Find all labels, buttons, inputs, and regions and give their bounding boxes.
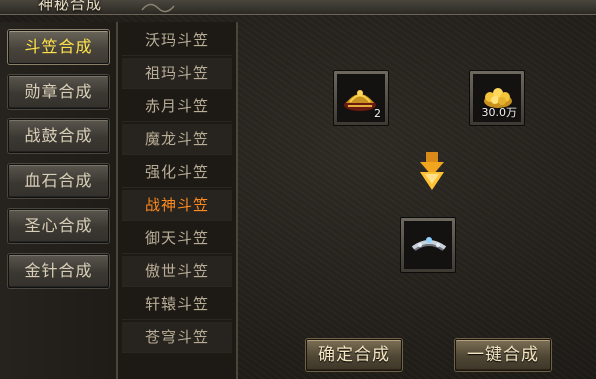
category-tab-jinzhen[interactable]: 金针合成 — [8, 254, 109, 288]
list-item[interactable]: 御天斗笠 — [122, 223, 232, 254]
material-count: 2 — [374, 107, 381, 120]
category-tab-zhangu[interactable]: 战鼓合成 — [8, 119, 109, 153]
category-tab-xunzhang[interactable]: 勋章合成 — [8, 75, 109, 109]
list-item[interactable]: 轩辕斗笠 — [122, 289, 232, 320]
title-ornament-icon — [141, 3, 175, 13]
window-title: 神秘合成 — [38, 0, 103, 13]
title-bar: 神秘合成 — [0, 0, 596, 15]
category-tab-shengxin[interactable]: 圣心合成 — [8, 209, 109, 243]
gold-amount: 30.0万 — [481, 106, 518, 119]
down-arrow-icon — [420, 152, 444, 190]
gold-slot-inner: 30.0万 — [473, 74, 521, 122]
material-slot-inner: 2 — [337, 74, 385, 122]
list-item[interactable]: 祖玛斗笠 — [122, 58, 232, 89]
category-panel: 斗笠合成 勋章合成 战鼓合成 血石合成 圣心合成 金针合成 — [0, 22, 118, 379]
result-slot[interactable] — [400, 217, 456, 273]
list-item[interactable]: 强化斗笠 — [122, 157, 232, 188]
list-item[interactable]: 苍穹斗笠 — [122, 322, 232, 353]
list-item-selected[interactable]: 战神斗笠 — [122, 190, 232, 221]
category-tab-douli[interactable]: 斗笠合成 — [8, 30, 109, 64]
circlet-icon — [411, 237, 447, 251]
list-item[interactable]: 魔龙斗笠 — [122, 124, 232, 155]
list-item[interactable]: 傲世斗笠 — [122, 256, 232, 287]
material-slot-item[interactable]: 2 — [333, 70, 389, 126]
category-tab-xueshi[interactable]: 血石合成 — [8, 164, 109, 198]
list-item[interactable]: 赤月斗笠 — [122, 91, 232, 122]
one-click-synthesis-button[interactable]: 一键合成 — [455, 339, 551, 371]
material-slot-gold[interactable]: 30.0万 — [469, 70, 525, 126]
confirm-synthesis-button[interactable]: 确定合成 — [306, 339, 402, 371]
item-list: 沃玛斗笠 祖玛斗笠 赤月斗笠 魔龙斗笠 强化斗笠 战神斗笠 御天斗笠 傲世斗笠 … — [118, 22, 238, 379]
list-item[interactable]: 沃玛斗笠 — [122, 25, 232, 56]
result-slot-inner — [404, 221, 452, 269]
synthesis-window: 神秘合成 斗笠合成 勋章合成 战鼓合成 血石合成 圣心合成 金针合成 沃玛斗笠 … — [0, 0, 596, 379]
